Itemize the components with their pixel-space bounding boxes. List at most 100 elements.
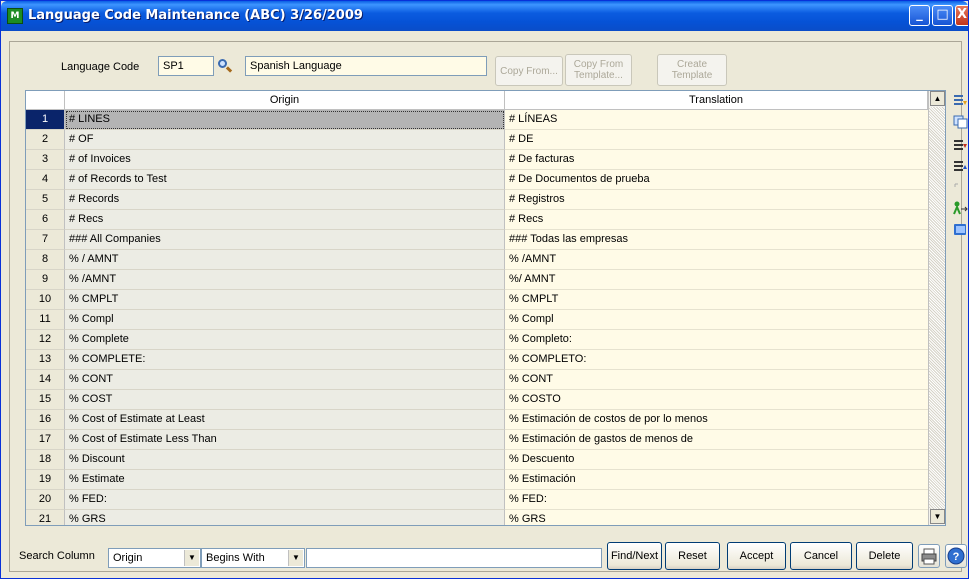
table-row[interactable]: 5 # Records # Registros	[26, 190, 928, 210]
translation-cell[interactable]: % GRS	[505, 510, 928, 525]
origin-cell[interactable]: % GRS	[65, 510, 505, 525]
origin-cell[interactable]: % /AMNT	[65, 270, 505, 290]
table-row[interactable]: 18% Discount% Descuento	[26, 450, 928, 470]
table-row[interactable]: 16% Cost of Estimate at Least% Estimació…	[26, 410, 928, 430]
row-number[interactable]: 3	[26, 150, 65, 170]
translation-cell[interactable]: ### Todas las empresas	[505, 230, 928, 250]
row-number[interactable]: 20	[26, 490, 65, 510]
row-number[interactable]: 18	[26, 450, 65, 470]
table-row[interactable]: 17% Cost of Estimate Less Than% Estimaci…	[26, 430, 928, 450]
move-up-icon[interactable]	[953, 159, 968, 173]
table-row[interactable]: 6 # Recs # Recs	[26, 210, 928, 230]
row-number[interactable]: 21	[26, 510, 65, 525]
table-row[interactable]: 1 # LINES # LÍNEAS	[26, 110, 928, 130]
translation-cell[interactable]: % Descuento	[505, 450, 928, 470]
move-down-icon[interactable]	[953, 138, 968, 152]
table-row[interactable]: 19% Estimate% Estimación	[26, 470, 928, 490]
translation-cell[interactable]: % Estimación de costos de por lo menos	[505, 410, 928, 430]
origin-cell[interactable]: # Recs	[65, 210, 505, 230]
translation-cell[interactable]: % CMPLT	[505, 290, 928, 310]
table-row[interactable]: 15% COST% COSTO	[26, 390, 928, 410]
table-row[interactable]: 8% / AMNT% /AMNT	[26, 250, 928, 270]
close-button[interactable]: X	[955, 5, 968, 26]
search-text-input[interactable]	[306, 548, 602, 568]
origin-cell[interactable]: % Discount	[65, 450, 505, 470]
origin-cell[interactable]: % CMPLT	[65, 290, 505, 310]
table-row[interactable]: 2 # OF # DE	[26, 130, 928, 150]
create-template-button[interactable]: Create Template	[657, 54, 727, 86]
translation-cell[interactable]: % Estimación	[505, 470, 928, 490]
origin-cell[interactable]: % Cost of Estimate Less Than	[65, 430, 505, 450]
find-next-button[interactable]: Find/Next	[607, 542, 662, 570]
translation-cell[interactable]: % Completo:	[505, 330, 928, 350]
row-number[interactable]: 15	[26, 390, 65, 410]
translation-cell[interactable]: # Recs	[505, 210, 928, 230]
table-row[interactable]: 13% COMPLETE:% COMPLETO:	[26, 350, 928, 370]
translation-cell[interactable]: # Registros	[505, 190, 928, 210]
folder-icon[interactable]	[953, 222, 968, 236]
table-row[interactable]: 14% CONT% CONT	[26, 370, 928, 390]
translation-cell[interactable]: # De Documentos de prueba	[505, 170, 928, 190]
table-row[interactable]: 21% GRS% GRS	[26, 510, 928, 525]
origin-cell[interactable]: % / AMNT	[65, 250, 505, 270]
origin-cell[interactable]: % Estimate	[65, 470, 505, 490]
table-row[interactable]: 9% /AMNT %/ AMNT	[26, 270, 928, 290]
origin-cell[interactable]: % Compl	[65, 310, 505, 330]
translation-cell[interactable]: %/ AMNT	[505, 270, 928, 290]
row-number[interactable]: 2	[26, 130, 65, 150]
origin-cell[interactable]: % COMPLETE:	[65, 350, 505, 370]
origin-cell[interactable]: % COST	[65, 390, 505, 410]
table-row[interactable]: 10% CMPLT% CMPLT	[26, 290, 928, 310]
user-transfer-icon[interactable]	[953, 201, 968, 215]
row-number[interactable]: 16	[26, 410, 65, 430]
copy-row-icon[interactable]	[953, 115, 968, 129]
row-number[interactable]: 17	[26, 430, 65, 450]
vertical-scrollbar[interactable]: ▲ ▼	[928, 91, 945, 525]
delete-button[interactable]: Delete	[856, 542, 913, 570]
origin-cell[interactable]: # OF	[65, 130, 505, 150]
translation-cell[interactable]: % /AMNT	[505, 250, 928, 270]
translation-column-header[interactable]: Translation	[505, 91, 928, 110]
row-number[interactable]: 8	[26, 250, 65, 270]
translation-cell[interactable]: % COSTO	[505, 390, 928, 410]
row-number[interactable]: 14	[26, 370, 65, 390]
origin-cell[interactable]: # of Records to Test	[65, 170, 505, 190]
scroll-up-arrow-icon[interactable]: ▲	[930, 91, 945, 106]
table-row[interactable]: 4 # of Records to Test # De Documentos de …	[26, 170, 928, 190]
translation-cell[interactable]: # LÍNEAS	[505, 110, 928, 130]
dropdown-arrow-icon[interactable]: ▼	[184, 550, 199, 566]
cancel-button[interactable]: Cancel	[790, 542, 852, 570]
translation-cell[interactable]: # DE	[505, 130, 928, 150]
origin-cell[interactable]: ### All Companies	[65, 230, 505, 250]
insert-row-icon[interactable]	[953, 93, 968, 107]
row-number[interactable]: 9	[26, 270, 65, 290]
row-number[interactable]: 5	[26, 190, 65, 210]
row-number[interactable]: 6	[26, 210, 65, 230]
row-number[interactable]: 4	[26, 170, 65, 190]
translation-cell[interactable]: % COMPLETO:	[505, 350, 928, 370]
origin-column-header[interactable]: Origin	[65, 91, 505, 110]
translation-grid[interactable]: Origin Translation 1 # LINES # LÍNEAS 2 # OF…	[25, 90, 946, 526]
row-number[interactable]: 1	[26, 110, 65, 130]
dropdown-arrow-icon[interactable]: ▼	[288, 550, 303, 566]
translation-cell[interactable]: % FED:	[505, 490, 928, 510]
row-number[interactable]: 12	[26, 330, 65, 350]
table-row[interactable]: 3 # of Invoices # De facturas	[26, 150, 928, 170]
scroll-down-arrow-icon[interactable]: ▼	[930, 509, 945, 524]
language-code-field[interactable]: SP1	[158, 56, 214, 76]
translation-cell[interactable]: % CONT	[505, 370, 928, 390]
table-row[interactable]: 20% FED:% FED:	[26, 490, 928, 510]
lookup-search-icon[interactable]	[217, 58, 233, 74]
translation-cell[interactable]: % Estimación de gastos de menos de	[505, 430, 928, 450]
search-mode-select[interactable]: Begins With ▼	[201, 548, 305, 568]
print-icon[interactable]	[918, 544, 940, 568]
help-icon[interactable]: ?	[945, 544, 967, 568]
origin-cell[interactable]: % Complete	[65, 330, 505, 350]
minimize-button[interactable]: _	[909, 5, 930, 26]
table-row[interactable]: 12% Complete% Completo:	[26, 330, 928, 350]
table-row[interactable]: 11% Compl% Compl	[26, 310, 928, 330]
table-row[interactable]: 7 ### All Companies ### Todas las empresas	[26, 230, 928, 250]
reset-button[interactable]: Reset	[665, 542, 720, 570]
origin-cell[interactable]: % FED:	[65, 490, 505, 510]
origin-cell[interactable]: # LINES	[65, 110, 505, 130]
